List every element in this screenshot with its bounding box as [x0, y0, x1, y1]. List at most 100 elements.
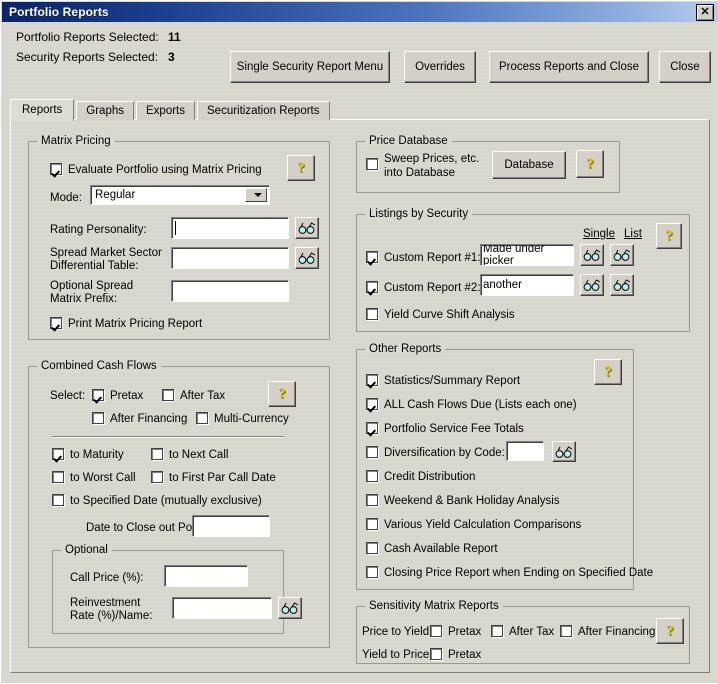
custom-report-2-checkbox[interactable] — [366, 281, 378, 293]
binoculars-icon — [555, 445, 573, 458]
other-reports-title: Other Reports — [365, 343, 446, 355]
to-worst-call-label: to Worst Call — [70, 472, 136, 484]
sweep-prices-label-line2: into Database — [384, 167, 455, 179]
credit-distribution-checkbox[interactable] — [366, 470, 378, 482]
mode-select[interactable]: Regular — [90, 185, 270, 205]
custom-report-2-input[interactable]: another — [480, 274, 574, 296]
chevron-down-icon[interactable] — [245, 188, 267, 202]
price-to-yield-pretax-checkbox[interactable] — [430, 625, 442, 637]
reinvestment-rate-input[interactable] — [172, 597, 272, 619]
help-icon: ? — [278, 385, 286, 402]
tab-reports[interactable]: Reports — [10, 99, 75, 121]
custom-report-1-single-button[interactable] — [580, 244, 604, 266]
client-area: Portfolio Reports Selected: 11 Security … — [2, 22, 718, 683]
yield-curve-shift-analysis-checkbox[interactable] — [366, 308, 378, 320]
help-icon: ? — [665, 227, 673, 244]
spread-market-sector-input[interactable] — [171, 247, 289, 269]
custom-report-1-list-button[interactable] — [610, 244, 634, 266]
closing-price-report-checkbox[interactable] — [366, 566, 378, 578]
multi-currency-checkbox[interactable] — [196, 412, 208, 424]
spread-market-sector-label-line1: Spread Market Sector — [50, 247, 162, 259]
to-first-par-call-date-checkbox[interactable] — [151, 471, 163, 483]
call-price-input[interactable] — [164, 565, 248, 587]
rating-personality-label: Rating Personality: — [50, 224, 147, 236]
combined-cash-flows-help-button[interactable]: ? — [268, 381, 296, 407]
price-database-help-button[interactable]: ? — [576, 150, 604, 178]
overrides-button[interactable]: Overrides — [404, 51, 476, 83]
price-to-yield-pretax-label: Pretax — [448, 626, 482, 638]
other-reports-group: Other Reports ? Statistics/Summary Repor… — [356, 343, 653, 590]
price-to-yield-after-financing-checkbox[interactable] — [560, 625, 572, 637]
spread-market-sector-label-line2: Differential Table: — [50, 260, 139, 272]
rating-personality-lookup-button[interactable] — [295, 217, 319, 239]
tab-securitization-reports[interactable]: Securitization Reports — [197, 101, 330, 120]
to-specified-date-checkbox[interactable] — [52, 494, 64, 506]
evaluate-portfolio-matrix-pricing-label: Evaluate Portfolio using Matrix Pricing — [68, 164, 262, 176]
rating-personality-input[interactable] — [171, 217, 289, 239]
optional-spread-prefix-label-line2: Matrix Prefix: — [50, 293, 118, 305]
to-first-par-call-date-label: to First Par Call Date — [169, 472, 276, 484]
custom-report-2-single-button[interactable] — [580, 274, 604, 296]
cash-available-report-checkbox[interactable] — [366, 542, 378, 554]
call-price-label: Call Price (%): — [70, 572, 144, 584]
statistics-summary-report-label: Statistics/Summary Report — [384, 375, 521, 387]
various-yield-calculation-comparisons-checkbox[interactable] — [366, 518, 378, 530]
close-icon[interactable]: ✕ — [696, 4, 714, 21]
help-icon: ? — [666, 622, 674, 639]
optional-spread-prefix-input[interactable] — [171, 280, 289, 302]
portfolio-service-fee-totals-checkbox[interactable] — [366, 422, 378, 434]
print-matrix-pricing-report-checkbox[interactable] — [50, 317, 62, 329]
matrix-pricing-group: Matrix Pricing Evaluate Portfolio using … — [28, 135, 330, 340]
portfolio-reports-selected-count: 11 — [168, 30, 181, 44]
price-to-yield-label: Price to Yield: — [362, 626, 433, 638]
price-database-title: Price Database — [365, 135, 452, 147]
date-close-out-portfolio-input[interactable] — [192, 515, 270, 537]
diversification-by-code-input[interactable] — [506, 441, 544, 461]
listings-help-button[interactable]: ? — [656, 223, 682, 249]
after-tax-checkbox[interactable] — [162, 389, 174, 401]
sensitivity-matrix-help-button[interactable]: ? — [656, 618, 684, 644]
tab-graphs[interactable]: Graphs — [76, 101, 134, 120]
reinvestment-rate-lookup-button[interactable] — [278, 597, 302, 619]
price-to-yield-after-tax-checkbox[interactable] — [491, 625, 503, 637]
multi-currency-label: Multi-Currency — [214, 413, 289, 425]
custom-report-2-list-button[interactable] — [610, 274, 634, 296]
custom-report-1-input[interactable]: Made under picker — [480, 244, 574, 266]
binoculars-icon — [613, 249, 631, 261]
database-button[interactable]: Database — [492, 151, 566, 179]
all-cash-flows-due-checkbox[interactable] — [366, 398, 378, 410]
matrix-pricing-help-button[interactable]: ? — [287, 155, 315, 181]
statistics-summary-report-checkbox[interactable] — [366, 374, 378, 386]
diversification-by-code-checkbox[interactable] — [366, 446, 378, 458]
spread-market-sector-lookup-button[interactable] — [295, 247, 319, 269]
weekend-bank-holiday-analysis-checkbox[interactable] — [366, 494, 378, 506]
yield-curve-shift-analysis-label: Yield Curve Shift Analysis — [384, 309, 515, 321]
yield-to-price-pretax-checkbox[interactable] — [430, 648, 442, 660]
combined-cash-flows-group: Combined Cash Flows Select: Pretax After… — [28, 360, 330, 648]
to-worst-call-checkbox[interactable] — [52, 471, 64, 483]
custom-report-1-checkbox[interactable] — [366, 251, 378, 263]
cash-available-report-label: Cash Available Report — [384, 543, 498, 555]
diversification-by-code-lookup-button[interactable] — [552, 441, 576, 462]
to-next-call-checkbox[interactable] — [151, 448, 163, 460]
after-financing-checkbox[interactable] — [92, 412, 104, 424]
other-reports-help-button[interactable]: ? — [594, 359, 622, 385]
optional-spread-prefix-label-line1: Optional Spread — [50, 280, 134, 292]
various-yield-calculation-comparisons-label: Various Yield Calculation Comparisons — [384, 519, 582, 531]
sweep-prices-checkbox[interactable] — [366, 158, 378, 170]
sensitivity-matrix-reports-title: Sensitivity Matrix Reports — [365, 600, 503, 612]
binoculars-icon — [613, 279, 631, 291]
close-button[interactable]: Close — [659, 51, 711, 83]
listings-by-security-title: Listings by Security — [365, 208, 473, 220]
process-reports-and-close-button[interactable]: Process Reports and Close — [489, 51, 649, 83]
to-maturity-checkbox[interactable] — [52, 448, 64, 460]
evaluate-portfolio-matrix-pricing-checkbox[interactable] — [50, 163, 62, 175]
yield-to-price-label: Yield to Price: — [362, 649, 433, 661]
select-label: Select: — [50, 390, 86, 402]
reinvestment-rate-label-line1: Reinvestment — [70, 597, 141, 609]
tab-exports[interactable]: Exports — [136, 101, 195, 120]
print-matrix-pricing-report-label: Print Matrix Pricing Report — [68, 318, 203, 330]
single-column-header: Single — [583, 228, 615, 240]
single-security-report-menu-button[interactable]: Single Security Report Menu — [230, 51, 390, 83]
pretax-checkbox[interactable] — [92, 389, 104, 401]
